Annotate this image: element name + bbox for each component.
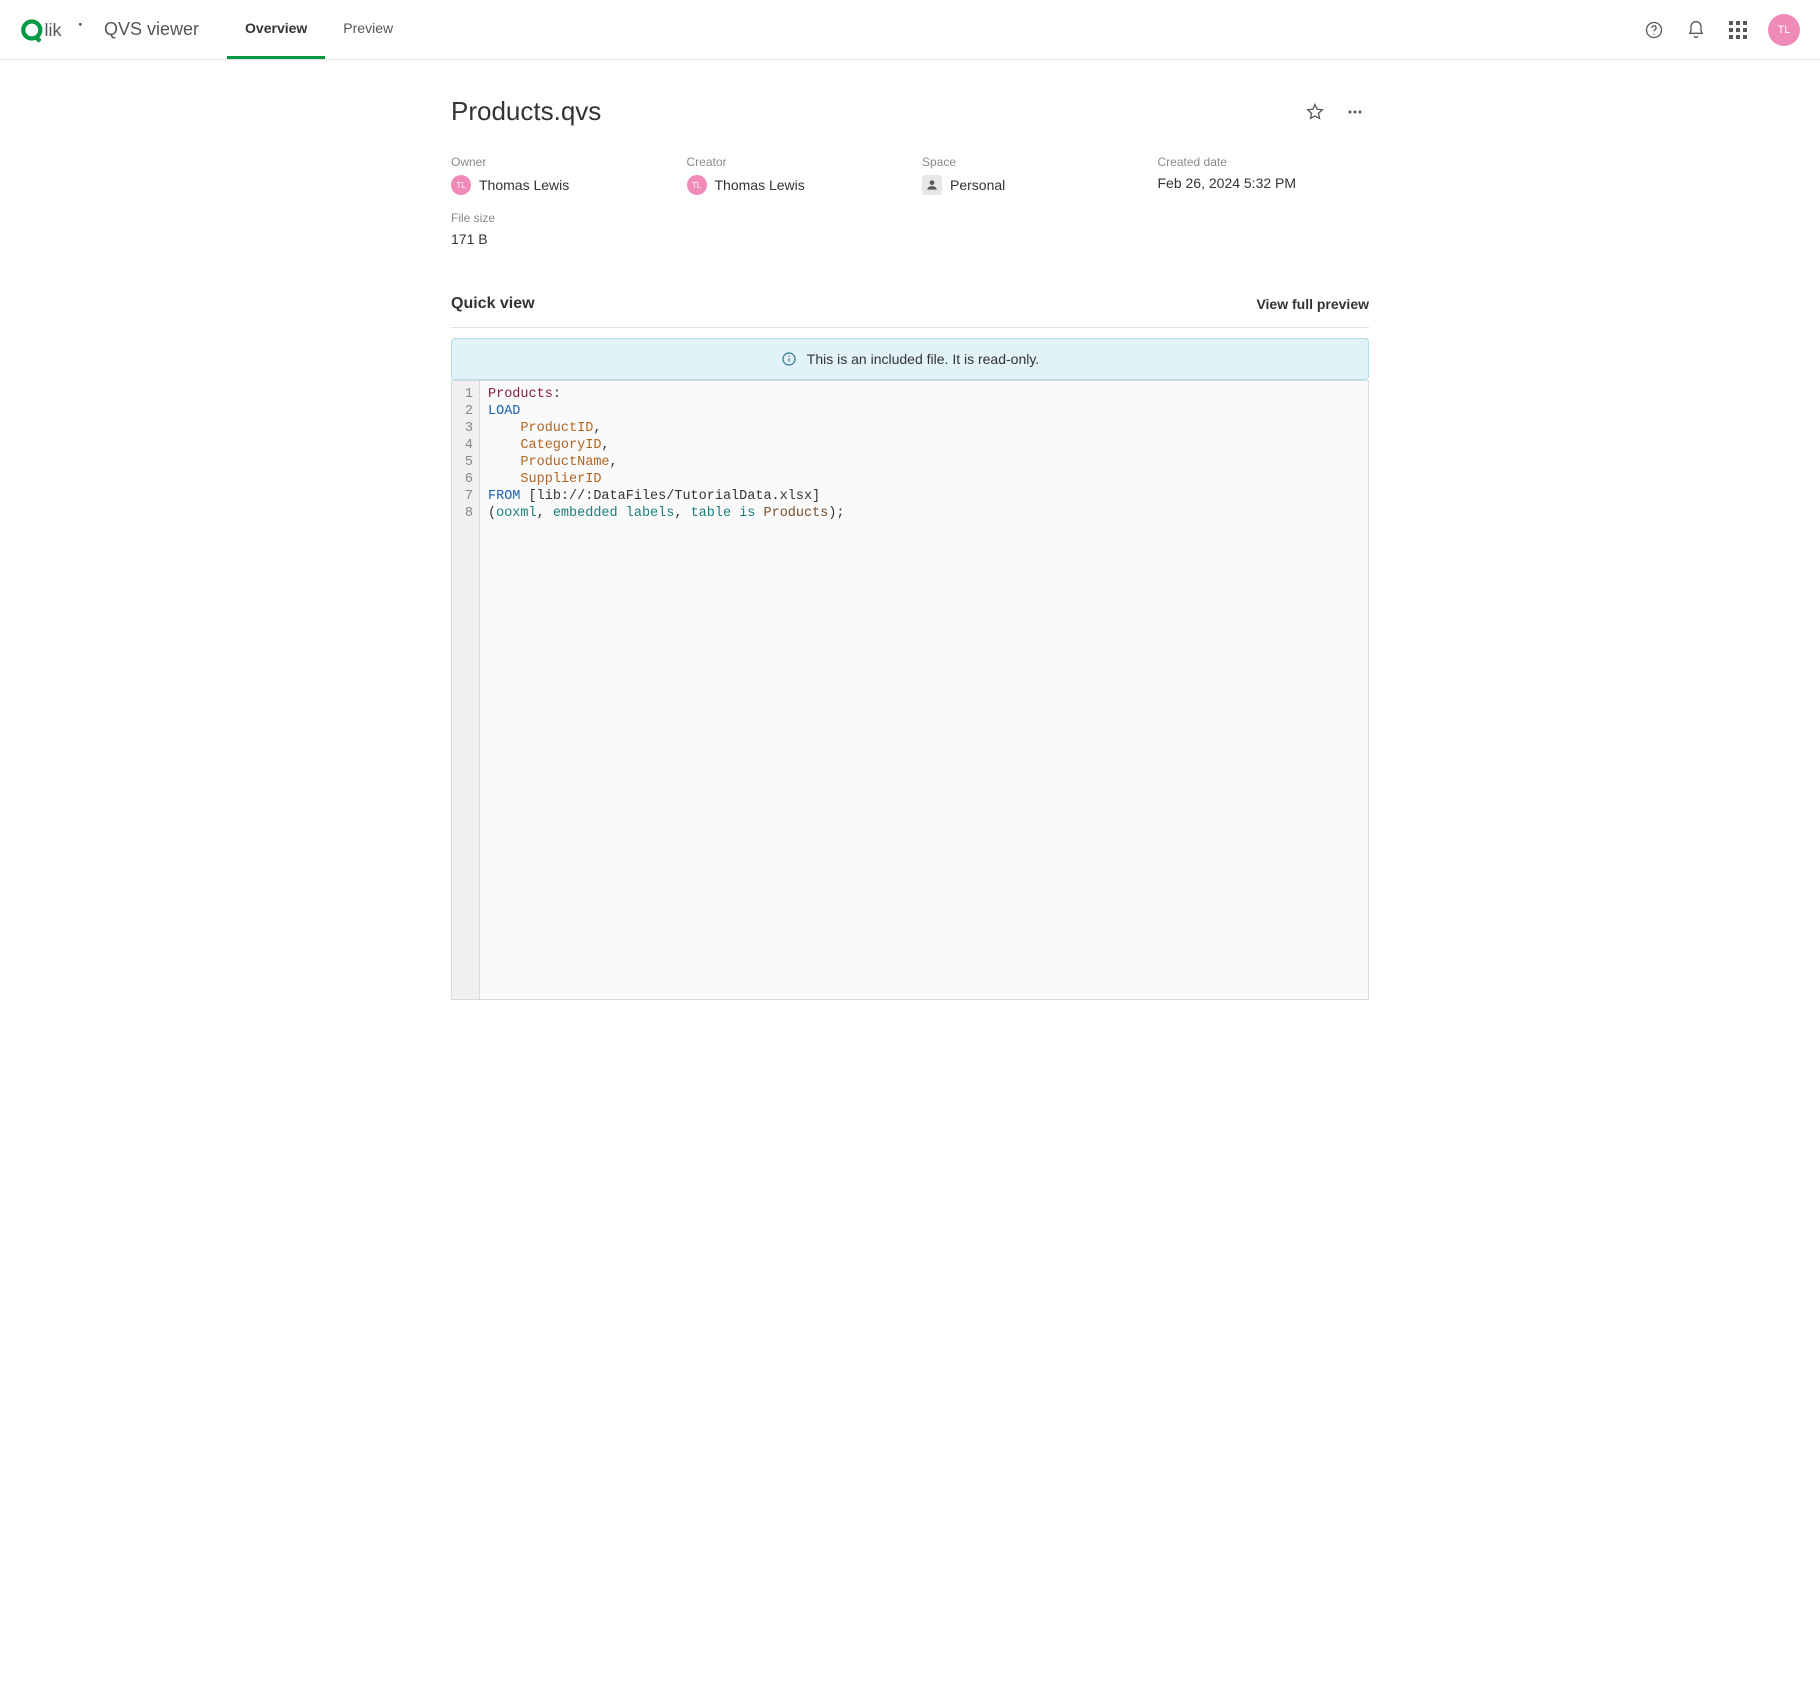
space-icon — [922, 175, 942, 195]
meta-grid-row1: Owner TL Thomas Lewis Creator TL Thomas … — [451, 155, 1369, 195]
meta-created-date: Created date Feb 26, 2024 5:32 PM — [1158, 155, 1370, 195]
page-title: Products.qvs — [451, 96, 1301, 127]
title-row: Products.qvs — [451, 96, 1369, 127]
code-body: Products:LOAD ProductID, CategoryID, Pro… — [480, 381, 1368, 999]
more-actions-icon[interactable] — [1341, 98, 1369, 126]
info-icon — [781, 351, 797, 367]
svg-text:lik: lik — [45, 20, 62, 40]
tabs: Overview Preview — [227, 0, 411, 59]
tab-overview[interactable]: Overview — [227, 0, 325, 59]
created-date-value: Feb 26, 2024 5:32 PM — [1158, 175, 1370, 191]
space-name: Personal — [950, 177, 1005, 193]
user-avatar[interactable]: TL — [1768, 14, 1800, 46]
help-icon[interactable] — [1642, 18, 1666, 42]
topbar: lik QVS viewer Overview Preview TL — [0, 0, 1820, 60]
quickview-divider — [451, 327, 1369, 328]
file-size-value: 171 B — [451, 231, 663, 247]
meta-created-date-label: Created date — [1158, 155, 1370, 169]
meta-file-size: File size 171 B — [451, 211, 663, 247]
creator-name: Thomas Lewis — [715, 177, 805, 193]
code-gutter: 12345678 — [452, 381, 480, 999]
content: Products.qvs Owner TL Thomas Lewis Creat… — [336, 60, 1484, 1040]
notifications-icon[interactable] — [1684, 18, 1708, 42]
owner-avatar: TL — [451, 175, 471, 195]
meta-owner-label: Owner — [451, 155, 663, 169]
quickview-row: Quick view View full preview — [451, 295, 1369, 313]
qlik-logo[interactable]: lik — [20, 17, 86, 43]
apps-grid-icon[interactable] — [1726, 18, 1750, 42]
favorite-star-icon[interactable] — [1301, 98, 1329, 126]
meta-owner: Owner TL Thomas Lewis — [451, 155, 663, 195]
meta-creator: Creator TL Thomas Lewis — [687, 155, 899, 195]
info-banner-text: This is an included file. It is read-onl… — [807, 351, 1039, 367]
topbar-actions: TL — [1642, 14, 1800, 46]
meta-creator-label: Creator — [687, 155, 899, 169]
code-preview: 12345678 Products:LOAD ProductID, Catego… — [451, 380, 1369, 1000]
quick-view-heading: Quick view — [451, 295, 1256, 313]
app-title: QVS viewer — [104, 19, 199, 40]
owner-name: Thomas Lewis — [479, 177, 569, 193]
creator-avatar: TL — [687, 175, 707, 195]
meta-grid-row2: File size 171 B — [451, 211, 1369, 247]
tab-preview[interactable]: Preview — [325, 0, 411, 59]
readonly-info-banner: This is an included file. It is read-onl… — [451, 338, 1369, 380]
meta-space-label: Space — [922, 155, 1134, 169]
meta-space: Space Personal — [922, 155, 1134, 195]
meta-file-size-label: File size — [451, 211, 663, 225]
view-full-preview-link[interactable]: View full preview — [1256, 296, 1369, 312]
